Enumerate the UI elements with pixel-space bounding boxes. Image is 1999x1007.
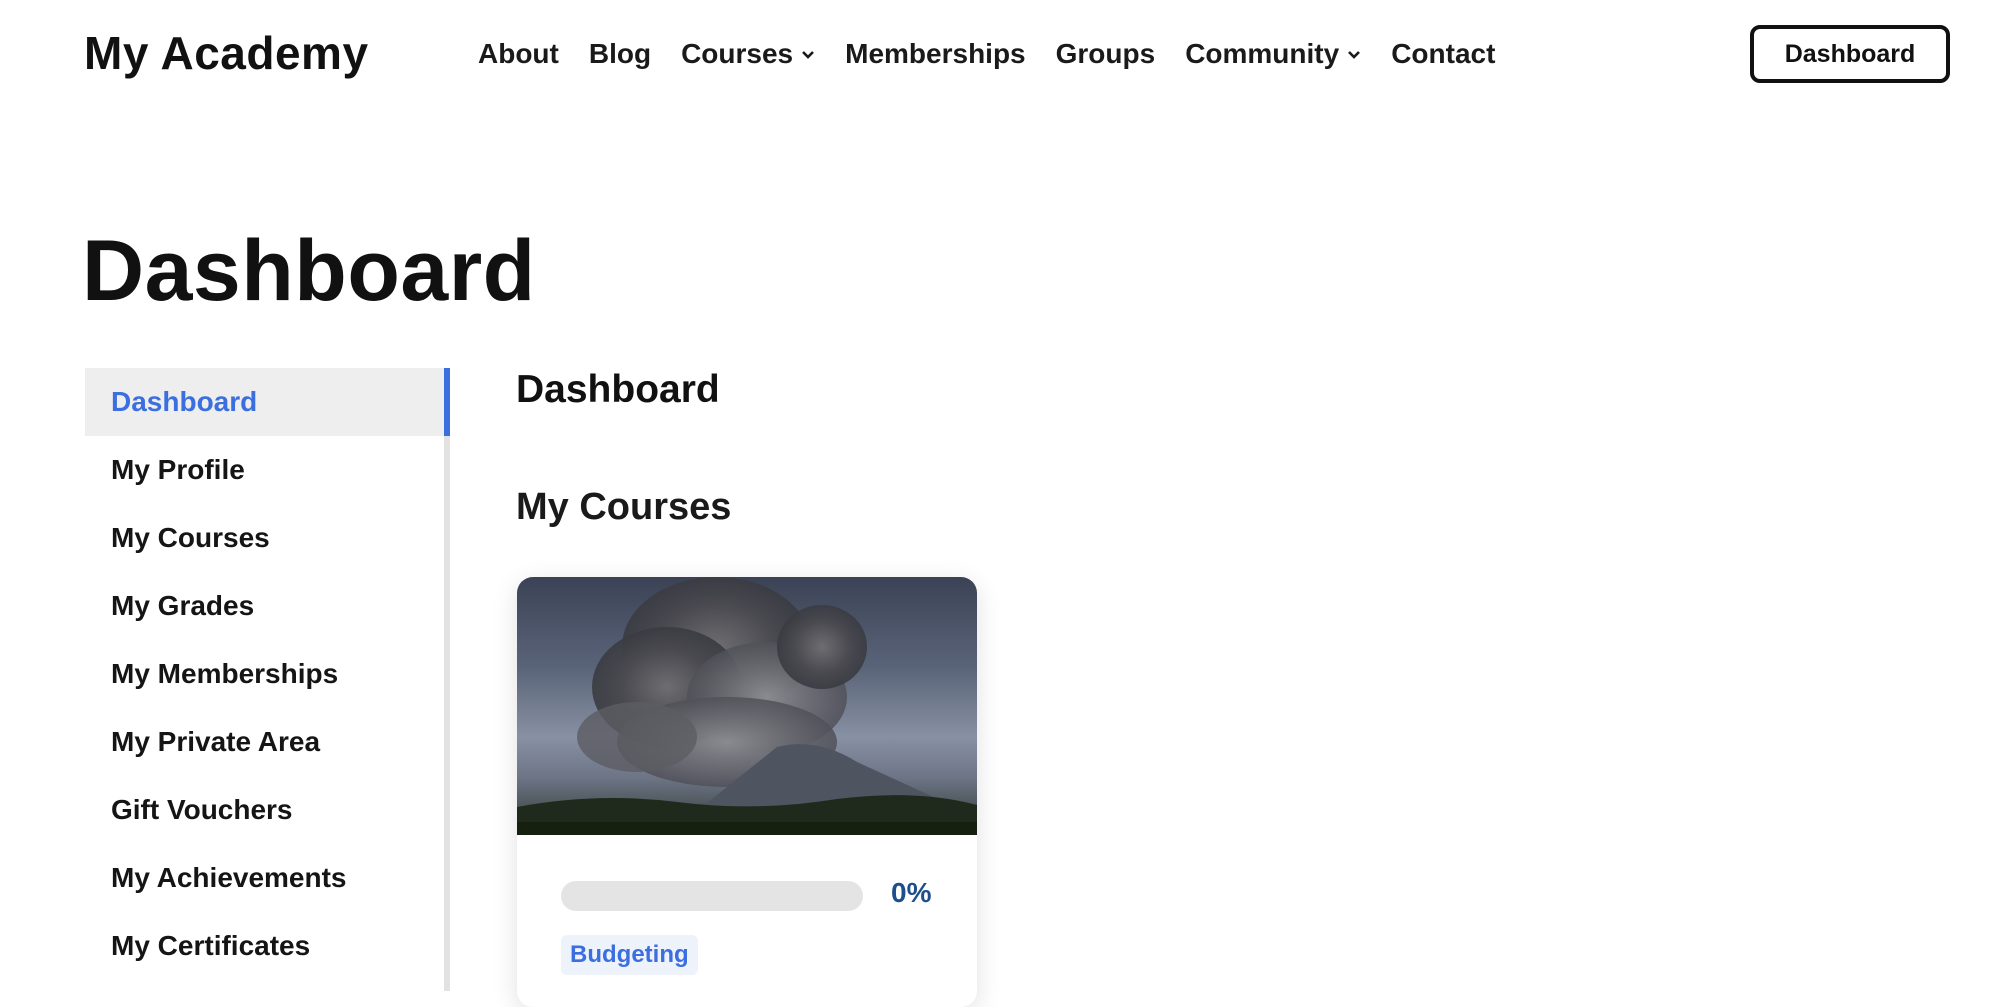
main-nav: About Blog Courses Memberships Groups Co…: [478, 38, 1525, 70]
sidebar-item-my-private-area[interactable]: My Private Area: [85, 708, 444, 776]
nav-item-label: Courses: [681, 38, 794, 69]
nav-item-community[interactable]: Community: [1185, 38, 1361, 70]
chevron-down-icon: [801, 47, 815, 65]
sidebar-item-my-grades[interactable]: My Grades: [85, 572, 444, 640]
nav-item-label: Contact: [1391, 38, 1496, 69]
volcano-image: [517, 577, 977, 835]
course-progress: 0%: [561, 875, 941, 911]
progress-percent: 0%: [891, 877, 932, 908]
nav-item-contact[interactable]: Contact: [1391, 38, 1495, 70]
nav-item-label: Blog: [588, 38, 652, 69]
nav-item-label: Groups: [1055, 38, 1156, 69]
account-sidebar: Dashboard My Profile My Courses My Grade…: [85, 368, 450, 991]
progress-bar: [561, 881, 863, 911]
nav-item-blog[interactable]: Blog: [589, 38, 651, 70]
page-title: Dashboard: [82, 223, 536, 319]
nav-item-groups[interactable]: Groups: [1056, 38, 1156, 70]
sidebar-item-my-profile[interactable]: My Profile: [85, 436, 444, 504]
nav-item-memberships[interactable]: Memberships: [845, 38, 1026, 70]
nav-item-label: Community: [1185, 38, 1340, 69]
nav-item-label: About: [478, 38, 559, 69]
course-thumbnail[interactable]: [517, 577, 977, 835]
nav-item-courses[interactable]: Courses: [681, 38, 815, 70]
nav-item-about[interactable]: About: [478, 38, 559, 70]
sidebar-item-gift-vouchers[interactable]: Gift Vouchers: [85, 776, 444, 844]
sidebar-item-my-certificates[interactable]: My Certificates: [85, 912, 444, 980]
course-category-tag[interactable]: Budgeting: [561, 935, 698, 975]
sidebar-item-my-memberships[interactable]: My Memberships: [85, 640, 444, 708]
sidebar-item-dashboard[interactable]: Dashboard: [85, 368, 450, 436]
sidebar-item-my-courses[interactable]: My Courses: [85, 504, 444, 572]
my-courses-heading: My Courses: [516, 486, 732, 528]
dashboard-button[interactable]: Dashboard: [1750, 25, 1950, 83]
site-header: My Academy About Blog Courses Membership…: [0, 0, 1999, 112]
sidebar-item-my-achievements[interactable]: My Achievements: [85, 844, 444, 912]
course-card[interactable]: 0% Budgeting: [517, 577, 977, 1007]
nav-item-label: Memberships: [845, 38, 1026, 69]
content-title: Dashboard: [516, 368, 720, 411]
site-logo[interactable]: My Academy: [84, 26, 369, 80]
chevron-down-icon: [1347, 47, 1361, 65]
